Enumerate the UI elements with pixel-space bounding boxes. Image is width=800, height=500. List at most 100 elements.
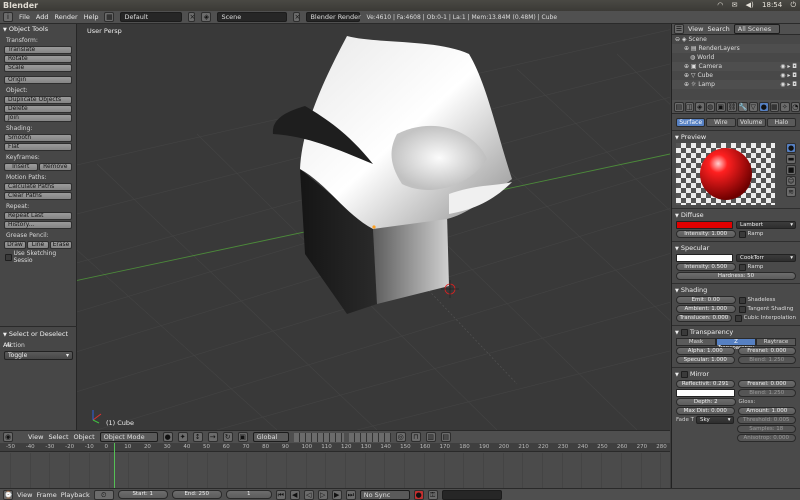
diffuse-intensity-field[interactable]: Intensity: 1.000 bbox=[676, 230, 736, 238]
mirror-blend-field[interactable]: Blend: 1.250 bbox=[737, 389, 796, 397]
specular-shader-select[interactable]: CookTorr bbox=[736, 254, 796, 262]
editor-type-icon[interactable]: i bbox=[3, 12, 13, 22]
checkbox-box[interactable] bbox=[738, 263, 746, 271]
action-select[interactable]: Toggle bbox=[4, 351, 73, 360]
tab-surface[interactable]: Surface bbox=[676, 118, 706, 127]
scene-close-icon[interactable]: × bbox=[293, 12, 301, 22]
checkbox-box[interactable] bbox=[738, 230, 746, 238]
cube-object[interactable] bbox=[272, 36, 512, 314]
jump-end-icon[interactable]: ⏭ bbox=[345, 489, 356, 500]
flat-button[interactable]: Flat bbox=[4, 143, 72, 151]
ambient-field[interactable]: Ambient: 1.000 bbox=[676, 305, 736, 313]
preview-hair-icon[interactable]: ≋ bbox=[786, 187, 796, 197]
viewport-canvas[interactable] bbox=[77, 24, 670, 430]
mirror-header[interactable]: ▼ Mirror bbox=[672, 369, 800, 379]
menu-view[interactable]: View bbox=[688, 25, 703, 33]
diffuse-header[interactable]: ▼ Diffuse bbox=[672, 210, 800, 220]
checkbox-box[interactable] bbox=[738, 305, 746, 313]
draw-button[interactable]: Draw bbox=[4, 241, 26, 249]
alpha-field[interactable]: Alpha: 1.000 bbox=[676, 347, 735, 355]
transparency-ztransp-button[interactable]: Z Transparency bbox=[716, 338, 756, 351]
mirror-fresnel-field[interactable]: Fresnel: 0.000 bbox=[737, 380, 796, 388]
manipulator-icon[interactable]: ↕ bbox=[192, 432, 203, 442]
clock[interactable]: 18:54 bbox=[762, 1, 782, 9]
menu-help[interactable]: Help bbox=[84, 13, 99, 21]
checkbox-box[interactable] bbox=[734, 314, 742, 322]
repeat-last-button[interactable]: Repeat Last bbox=[4, 212, 72, 220]
outliner-row-camera[interactable]: ⊕ ▣ Camera ◉ ▸ ◘ bbox=[672, 62, 800, 71]
specular-color-swatch[interactable] bbox=[676, 254, 733, 262]
transparency-header[interactable]: ▼ Transparency bbox=[672, 327, 800, 337]
outliner-row-scene[interactable]: ⊖ ◈ Scene bbox=[672, 35, 800, 44]
editor-type-icon[interactable]: ⌚ bbox=[3, 489, 13, 500]
menu-search[interactable]: Search bbox=[707, 25, 729, 33]
delete-button[interactable]: Delete bbox=[4, 105, 72, 113]
scene-field[interactable]: Scene bbox=[217, 12, 288, 22]
wifi-icon[interactable]: ◠ bbox=[717, 1, 723, 9]
duplicate-button[interactable]: Duplicate Objects bbox=[4, 96, 72, 104]
texture-tab-icon[interactable]: ▦ bbox=[769, 101, 779, 112]
render-engine-select[interactable]: Blender Render bbox=[306, 12, 361, 22]
outliner-row-cube[interactable]: ⊕ ▽ Cube ◉ ▸ ◘ bbox=[672, 71, 800, 80]
specular-intensity-field[interactable]: Intensity: 0.500 bbox=[676, 263, 736, 271]
rotate-manipulator-icon[interactable]: ↻ bbox=[222, 432, 233, 442]
data-tab-icon[interactable]: ▽ bbox=[748, 101, 758, 112]
transparency-mask-button[interactable]: Mask bbox=[676, 338, 716, 346]
keying-set-field[interactable] bbox=[441, 489, 502, 500]
line-button[interactable]: Line bbox=[27, 241, 49, 249]
menu-playback[interactable]: Playback bbox=[61, 491, 90, 499]
reflectivity-field[interactable]: Reflectivit: 0.291 bbox=[676, 380, 735, 388]
diffuse-color-swatch[interactable] bbox=[676, 221, 733, 229]
scene-icon[interactable]: ◈ bbox=[201, 12, 212, 22]
rotate-button[interactable]: Rotate bbox=[4, 55, 72, 63]
current-frame-line[interactable] bbox=[114, 443, 115, 488]
gloss-threshold-field[interactable]: Threshold: 0.005 bbox=[736, 416, 796, 424]
transparency-enable-checkbox[interactable] bbox=[680, 328, 688, 336]
editor-type-icon[interactable]: ◉ bbox=[3, 432, 13, 442]
mirror-depth-field[interactable]: Depth: 2 bbox=[676, 398, 736, 406]
visibility-icons[interactable]: ◉ ▸ ◘ bbox=[780, 80, 797, 89]
translate-manipulator-icon[interactable]: → bbox=[207, 432, 218, 442]
sketching-checkbox[interactable]: Use Sketching Sessio bbox=[5, 250, 71, 264]
tangent-shading-checkbox[interactable]: Tangent Shading bbox=[738, 305, 797, 313]
timeline-ruler[interactable]: -50 -40 -30 -20 -10 0 10 20 30 40 50 60 70 80 90 100 110… bbox=[0, 443, 670, 488]
smooth-button[interactable]: Smooth bbox=[4, 134, 72, 142]
gloss-amount-field[interactable]: Amount: 1.000 bbox=[737, 407, 796, 415]
clear-paths-button[interactable]: Clear Paths bbox=[4, 192, 72, 200]
power-icon[interactable]: ⏻ bbox=[790, 1, 796, 9]
particles-tab-icon[interactable]: ✧ bbox=[780, 101, 790, 112]
transparency-raytrace-button[interactable]: Raytrace bbox=[756, 338, 796, 346]
prev-key-icon[interactable]: ◀ bbox=[289, 489, 300, 500]
outliner-row-world[interactable]: ◍ World bbox=[672, 53, 800, 62]
volume-icon[interactable]: ◀) bbox=[746, 1, 754, 9]
checkbox-box[interactable] bbox=[738, 296, 746, 304]
display-mode-select[interactable]: All Scenes bbox=[733, 24, 780, 34]
menu-view[interactable]: View bbox=[17, 491, 32, 499]
start-frame-field[interactable]: Start: 1 bbox=[117, 490, 168, 499]
sync-select[interactable]: No Sync bbox=[359, 489, 410, 500]
operator-header[interactable]: ▼ Select or Deselect All bbox=[0, 329, 77, 349]
layout-field[interactable]: Default bbox=[120, 12, 183, 22]
preview-cube-icon[interactable]: ■ bbox=[786, 165, 796, 175]
snap-icon[interactable]: ⊓ bbox=[410, 432, 421, 442]
render-preview-icon[interactable]: ▤ bbox=[440, 432, 451, 442]
scale-manipulator-icon[interactable]: ▣ bbox=[237, 432, 248, 442]
max-dist-field[interactable]: Max Dist: 0.000 bbox=[676, 407, 735, 415]
pivot-icon[interactable]: ✦ bbox=[177, 432, 188, 442]
3d-viewport[interactable]: User Persp (1) Cube bbox=[77, 24, 670, 430]
menu-object[interactable]: Object bbox=[74, 433, 95, 441]
join-button[interactable]: Join bbox=[4, 114, 72, 122]
next-key-icon[interactable]: ▶ bbox=[331, 489, 342, 500]
object-tools-header[interactable]: ▼ Object Tools bbox=[0, 24, 76, 34]
preview-plane-icon[interactable]: ▬ bbox=[786, 154, 796, 164]
end-frame-field[interactable]: End: 250 bbox=[171, 490, 222, 499]
menu-frame[interactable]: Frame bbox=[36, 491, 56, 499]
checkbox-box[interactable] bbox=[5, 253, 12, 261]
world-tab-icon[interactable]: ◍ bbox=[705, 101, 715, 112]
mode-select[interactable]: Object Mode bbox=[99, 432, 158, 442]
gloss-anisotropy-field[interactable]: Anisotrop: 0.000 bbox=[736, 434, 796, 442]
mail-icon[interactable]: ✉ bbox=[732, 1, 738, 9]
preview-sphere-icon[interactable]: ● bbox=[786, 143, 796, 153]
fade-to-select[interactable]: Sky bbox=[696, 416, 734, 424]
hardness-field[interactable]: Hardness: 50 bbox=[676, 272, 796, 280]
